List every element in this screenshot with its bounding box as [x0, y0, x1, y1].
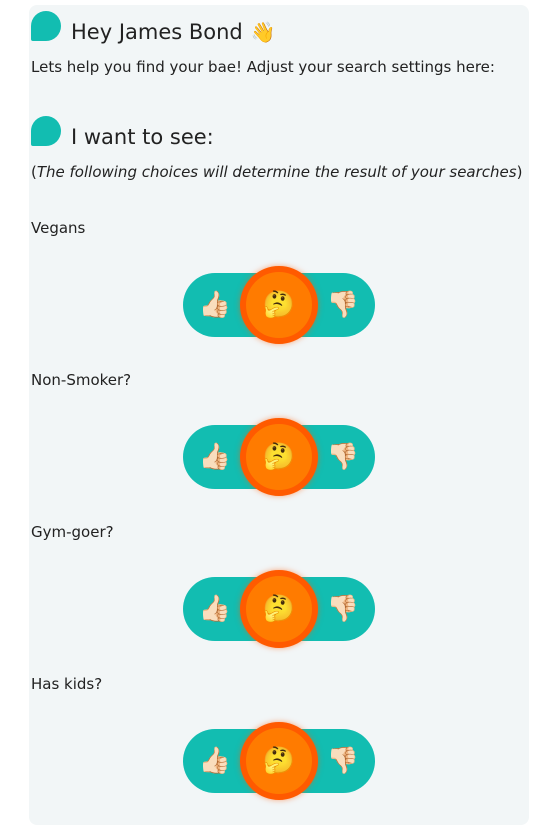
- slider-knob[interactable]: 🤔: [240, 266, 318, 344]
- preference-slider-non-smoker[interactable]: 👍🏻 👎🏻 🤔: [183, 418, 375, 496]
- slider-knob[interactable]: 🤔: [240, 570, 318, 648]
- greeting-title: Hey James Bond 👋: [71, 20, 276, 44]
- question-label-vegans: Vegans: [31, 219, 86, 237]
- preference-slider-has-kids[interactable]: 👍🏻 👎🏻 🤔: [183, 722, 375, 800]
- greeting-subtitle: Lets help you find your bae! Adjust your…: [31, 58, 495, 76]
- thumbs-down-icon[interactable]: 👎🏻: [327, 596, 359, 622]
- note-close-paren: ): [516, 163, 523, 181]
- question-label-non-smoker: Non-Smoker?: [31, 371, 132, 389]
- preference-slider-gym-goer[interactable]: 👍🏻 👎🏻 🤔: [183, 570, 375, 648]
- thinking-face-icon: 🤔: [262, 442, 296, 472]
- question-label-has-kids: Has kids?: [31, 675, 103, 693]
- question-label-gym-goer: Gym-goer?: [31, 523, 114, 541]
- section-note: (The following choices will determine th…: [31, 163, 522, 181]
- preference-slider-vegans[interactable]: 👍🏻 👎🏻 🤔: [183, 266, 375, 344]
- thumbs-down-icon[interactable]: 👎🏻: [327, 444, 359, 470]
- thinking-face-icon: 🤔: [262, 594, 296, 624]
- slider-knob[interactable]: 🤔: [240, 418, 318, 496]
- thumbs-up-icon[interactable]: 👍🏻: [199, 748, 231, 774]
- greeting-heading: Hey James Bond 👋: [31, 8, 276, 44]
- thumbs-up-icon[interactable]: 👍🏻: [199, 444, 231, 470]
- thinking-face-icon: 🤔: [262, 290, 296, 320]
- thumbs-down-icon[interactable]: 👎🏻: [327, 748, 359, 774]
- thinking-face-icon: 🤔: [262, 746, 296, 776]
- thumbs-down-icon[interactable]: 👎🏻: [327, 292, 359, 318]
- chat-bubble-icon: [31, 116, 61, 146]
- wave-icon: 👋: [250, 20, 276, 44]
- chat-bubble-icon: [31, 11, 61, 41]
- section-heading: I want to see:: [31, 113, 214, 149]
- slider-knob[interactable]: 🤔: [240, 722, 318, 800]
- greeting-title-text: Hey James Bond: [71, 20, 243, 44]
- thumbs-up-icon[interactable]: 👍🏻: [199, 596, 231, 622]
- note-text: The following choices will determine the…: [36, 163, 517, 181]
- thumbs-up-icon[interactable]: 👍🏻: [199, 292, 231, 318]
- section-title: I want to see:: [71, 125, 214, 149]
